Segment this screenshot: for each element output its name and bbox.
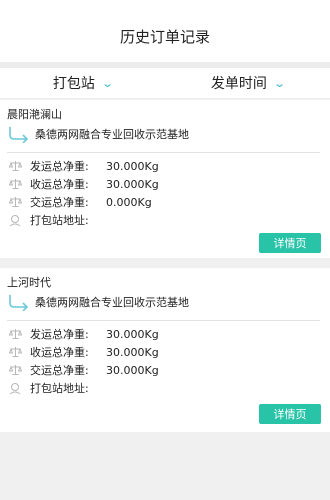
station-name: 晨阳滟澜山: [7, 108, 62, 121]
app-header: 历史订单记录: [0, 0, 330, 62]
row-label: 发运总净重:: [30, 328, 89, 341]
order-card: 上河时代 桑德两网融合专业回收示范基地 发运总净重: 30.000Kg 收运总净…: [0, 268, 330, 432]
row-label: 收运总净重:: [30, 346, 89, 359]
scale-icon: [8, 363, 22, 377]
row-value: 30.000Kg: [106, 159, 159, 173]
weight-row-sent: 发运总净重: 30.000Kg: [8, 157, 330, 175]
row-label: 交运总净重:: [30, 364, 89, 377]
destination-base: 桑德两网融合专业回收示范基地: [35, 296, 189, 309]
row-value: 30.000Kg: [106, 345, 159, 359]
address-row: 打包站地址:: [8, 379, 330, 397]
route-arrow-icon: [9, 127, 29, 143]
details-button[interactable]: 详情页: [259, 233, 321, 253]
weight-row-received: 收运总净重: 30.000Kg: [8, 343, 330, 361]
station-name: 上河时代: [7, 276, 51, 289]
row-value: 0.000Kg: [106, 195, 152, 209]
row-label: 打包站地址:: [30, 382, 89, 395]
chevron-down-icon: ⌄: [101, 76, 114, 90]
scale-icon: [8, 195, 22, 209]
scale-icon: [8, 345, 22, 359]
order-card: 晨阳滟澜山 桑德两网融合专业回收示范基地 发运总净重: 30.000Kg 收运总…: [0, 100, 330, 258]
row-value: 30.000Kg: [106, 327, 159, 341]
address-row: 打包站地址:: [8, 211, 330, 229]
row-label: 交运总净重:: [30, 196, 89, 209]
route-arrow-icon: [9, 295, 29, 311]
scale-icon: [8, 159, 22, 173]
weight-row-sent: 发运总净重: 30.000Kg: [8, 325, 330, 343]
weight-row-delivered: 交运总净重: 0.000Kg: [8, 193, 330, 211]
row-label: 发运总净重:: [30, 160, 89, 173]
row-label: 收运总净重:: [30, 178, 89, 191]
location-icon: [8, 213, 22, 227]
destination-base: 桑德两网融合专业回收示范基地: [35, 128, 189, 141]
row-label: 打包站地址:: [30, 214, 89, 227]
scale-icon: [8, 177, 22, 191]
chevron-down-icon: ⌄: [273, 76, 286, 90]
filter-station-dropdown[interactable]: 打包站 ⌄: [0, 68, 165, 98]
filter-time-dropdown[interactable]: 发单时间 ⌄: [165, 68, 330, 98]
weight-row-received: 收运总净重: 30.000Kg: [8, 175, 330, 193]
scale-icon: [8, 327, 22, 341]
location-icon: [8, 381, 22, 395]
weight-row-delivered: 交运总净重: 30.000Kg: [8, 361, 330, 379]
route-line: 桑德两网融合专业回收示范基地: [0, 290, 330, 314]
page-title: 历史订单记录: [119, 27, 210, 46]
filter-time-label: 发单时间: [210, 76, 267, 92]
filter-station-label: 打包站: [52, 76, 95, 92]
row-value: 30.000Kg: [106, 363, 159, 377]
details-button[interactable]: 详情页: [259, 404, 321, 424]
row-value: 30.000Kg: [106, 177, 159, 191]
filter-bar: 打包站 ⌄ 发单时间 ⌄: [0, 62, 330, 98]
route-line: 桑德两网融合专业回收示范基地: [0, 122, 330, 146]
